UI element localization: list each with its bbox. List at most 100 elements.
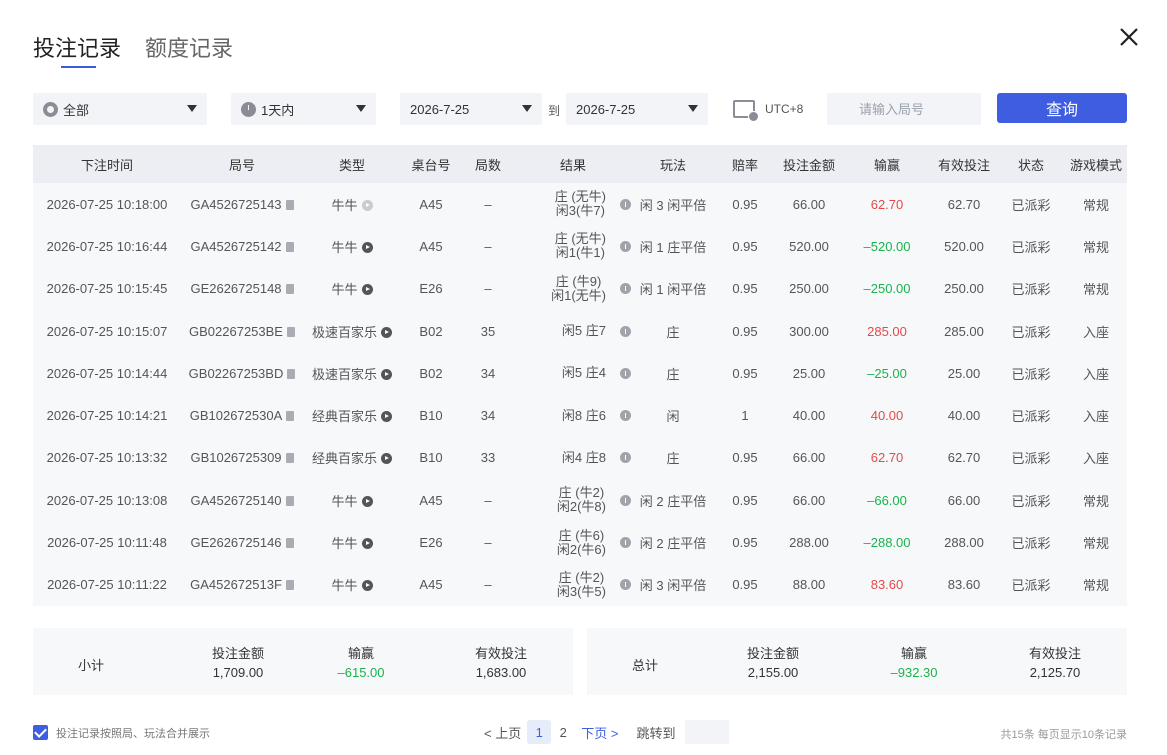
subtotal-valid-label: 有效投注	[474, 646, 527, 661]
play-replay-icon[interactable]	[361, 495, 373, 507]
play-replay-icon[interactable]	[361, 284, 373, 296]
result-text: 庄 (牛2) 闲3(牛5)	[557, 570, 606, 599]
subtotal-panel: 小计 投注金额 1,709.00 输赢 –615.00 有效投注 1,683.0…	[33, 628, 573, 695]
info-icon[interactable]	[620, 283, 631, 295]
info-icon[interactable]	[620, 240, 631, 252]
play-replay-icon[interactable]	[361, 199, 373, 211]
status: 已派彩	[1011, 366, 1051, 382]
info-icon[interactable]	[620, 367, 631, 379]
result-line-2: 闲2(牛6)	[556, 541, 606, 557]
timezone-calendar-icon[interactable]	[733, 100, 759, 122]
round-id: GB02267253BD	[188, 365, 284, 381]
bet-play: 闲 3 闲平倍	[639, 197, 707, 213]
column-header: 类型	[303, 145, 401, 183]
result-cell: 庄 (牛2) 闲2(牛8)	[515, 479, 631, 521]
result-line-1: 庄 (无牛)	[554, 189, 606, 205]
jump-to-page-input[interactable]	[685, 720, 730, 744]
info-icon[interactable]	[620, 198, 631, 210]
info-icon[interactable]	[620, 537, 631, 549]
table-row: 2026-07-25 10:15:45 GE2626725148 牛牛 E26 – 庄 (…	[33, 268, 1127, 310]
column-header: 状态	[997, 145, 1065, 183]
copy-icon[interactable]	[285, 284, 294, 295]
round-id-search-input[interactable]	[827, 93, 981, 125]
play-replay-icon[interactable]	[381, 326, 392, 338]
date-range-separator: 到	[548, 104, 561, 118]
subtotal-valid: 有效投注 1,683.00	[451, 644, 551, 682]
win-loss: 62.70	[870, 450, 904, 466]
valid-bet: 288.00	[944, 535, 984, 551]
bet-amount: 520.00	[789, 238, 829, 254]
bet-time: 2026-07-25 10:13:32	[46, 450, 168, 466]
copy-icon[interactable]	[286, 326, 295, 337]
total-valid-label: 有效投注	[1028, 646, 1081, 661]
table-number: E26	[419, 535, 443, 551]
odds: 0.95	[732, 577, 758, 593]
copy-icon[interactable]	[286, 411, 295, 422]
result-cell: 庄 (无牛) 闲1(牛1)	[515, 225, 631, 267]
game-type: 牛牛	[331, 239, 358, 255]
win-loss: 83.60	[870, 577, 904, 593]
time-range-select[interactable]: 1天内	[231, 93, 376, 125]
result-line-1: 庄 (牛2)	[558, 485, 605, 501]
play-replay-icon[interactable]	[361, 580, 373, 592]
total-valid: 有效投注 2,125.70	[1005, 644, 1105, 682]
info-icon[interactable]	[620, 579, 631, 591]
date-to-picker[interactable]: 2026-7-25	[566, 93, 708, 125]
total-panel: 总计 投注金额 2,155.00 输赢 –932.30 有效投注 2,125.7…	[587, 628, 1127, 695]
page-button-2[interactable]: 2	[551, 720, 575, 744]
bet-play: 庄	[666, 324, 680, 340]
copy-icon[interactable]	[285, 199, 294, 210]
round-count: 35	[480, 323, 496, 339]
copy-icon[interactable]	[285, 241, 294, 252]
info-icon[interactable]	[620, 410, 631, 422]
table-number: B02	[419, 323, 443, 339]
result-cell: 庄 (牛9) 闲1(无牛)	[515, 268, 631, 310]
info-icon[interactable]	[620, 452, 631, 464]
column-header: 输赢	[843, 145, 931, 183]
table-row: 2026-07-25 10:13:32 GB1026725309 经典百家乐 B10 3…	[33, 437, 1127, 479]
game-type-cell: 牛牛	[303, 564, 401, 606]
column-header: 游戏模式	[1065, 145, 1127, 183]
prev-page-button[interactable]: < 上页	[484, 723, 521, 742]
bet-time: 2026-07-25 10:11:48	[47, 535, 167, 551]
date-from-picker[interactable]: 2026-7-25	[400, 93, 542, 125]
play-replay-icon[interactable]	[381, 411, 392, 423]
tab-bet-records[interactable]: 投注记录	[33, 34, 121, 68]
category-value: 全部	[63, 102, 90, 118]
column-header: 桌台号	[401, 145, 461, 183]
play-replay-icon[interactable]	[381, 453, 392, 465]
copy-icon[interactable]	[287, 368, 296, 379]
merge-display-checkbox[interactable]	[33, 725, 48, 740]
copy-icon[interactable]	[285, 580, 294, 591]
odds: 0.95	[732, 281, 758, 297]
bet-amount: 88.00	[792, 577, 826, 593]
subtotal-bet: 投注金额 1,709.00	[188, 644, 288, 682]
game-type-cell: 牛牛	[303, 183, 401, 225]
odds: 0.95	[732, 492, 758, 508]
query-button[interactable]: 查询	[997, 93, 1127, 123]
page-button-1[interactable]: 1	[527, 720, 552, 744]
category-select[interactable]: 全部	[33, 93, 207, 125]
round-count: –	[484, 492, 492, 508]
play-replay-icon[interactable]	[381, 368, 392, 380]
copy-icon[interactable]	[285, 495, 294, 506]
result-text: 闲5 庄7	[562, 324, 606, 338]
next-page-button[interactable]: 下页 >	[581, 723, 618, 742]
result-line-1: 闲4 庄8	[561, 449, 606, 465]
play-replay-icon[interactable]	[361, 241, 373, 253]
close-icon[interactable]	[1116, 24, 1142, 50]
info-icon[interactable]	[620, 325, 631, 337]
play-replay-icon[interactable]	[361, 538, 373, 550]
result-text: 闲5 庄4	[562, 366, 606, 380]
valid-bet: 83.60	[947, 577, 981, 593]
copy-icon[interactable]	[285, 453, 294, 464]
info-icon[interactable]	[620, 494, 631, 506]
round-id-cell: GB102672530A	[181, 394, 303, 436]
subtotal-bet-label: 投注金额	[211, 646, 264, 661]
game-type: 牛牛	[331, 197, 358, 213]
result-cell: 庄 (无牛) 闲3(牛7)	[515, 183, 631, 225]
game-type-cell: 经典百家乐	[303, 437, 401, 479]
copy-icon[interactable]	[285, 538, 294, 549]
game-mode: 常规	[1082, 493, 1109, 509]
tab-credit-records[interactable]: 额度记录	[145, 34, 233, 64]
